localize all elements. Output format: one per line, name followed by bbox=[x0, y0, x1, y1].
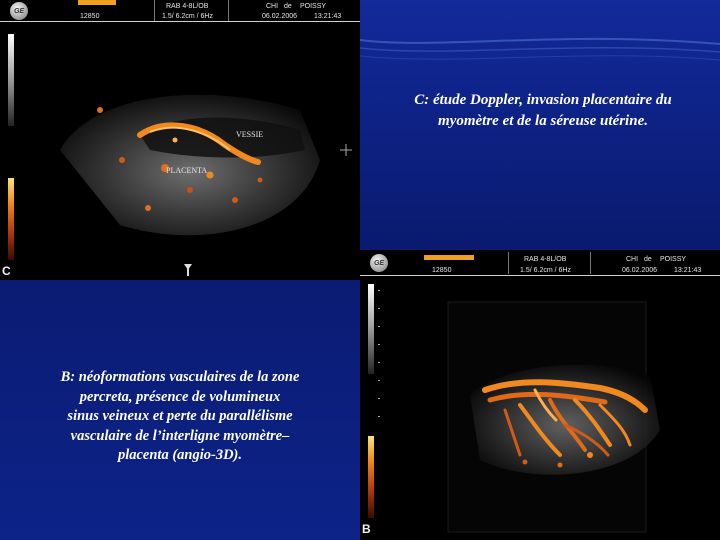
ultrasound-image-b: GE 12850 RAB 4-8L/OB 1.5/ 6.2cm / 6Hz CH… bbox=[360, 250, 720, 540]
caption-c: C: étude Doppler, invasion placentaire d… bbox=[414, 92, 672, 129]
decorative-swoosh bbox=[360, 37, 720, 61]
ultrasound-scan-c bbox=[60, 94, 352, 276]
ultrasound-scan-b bbox=[378, 290, 660, 533]
caption-b: B: néoformations vasculaires de la zone … bbox=[60, 369, 300, 463]
panel-letter-b: B bbox=[362, 522, 371, 536]
ultrasound-image-c: GE 12850 RAB 4-8L/OB 1.5/ 6.2cm / 6Hz CH… bbox=[0, 0, 360, 280]
placenta-label: PLACENTA bbox=[166, 166, 208, 175]
vessie-label: VESSIE bbox=[236, 130, 264, 139]
panel-letter-c: C bbox=[2, 264, 11, 278]
